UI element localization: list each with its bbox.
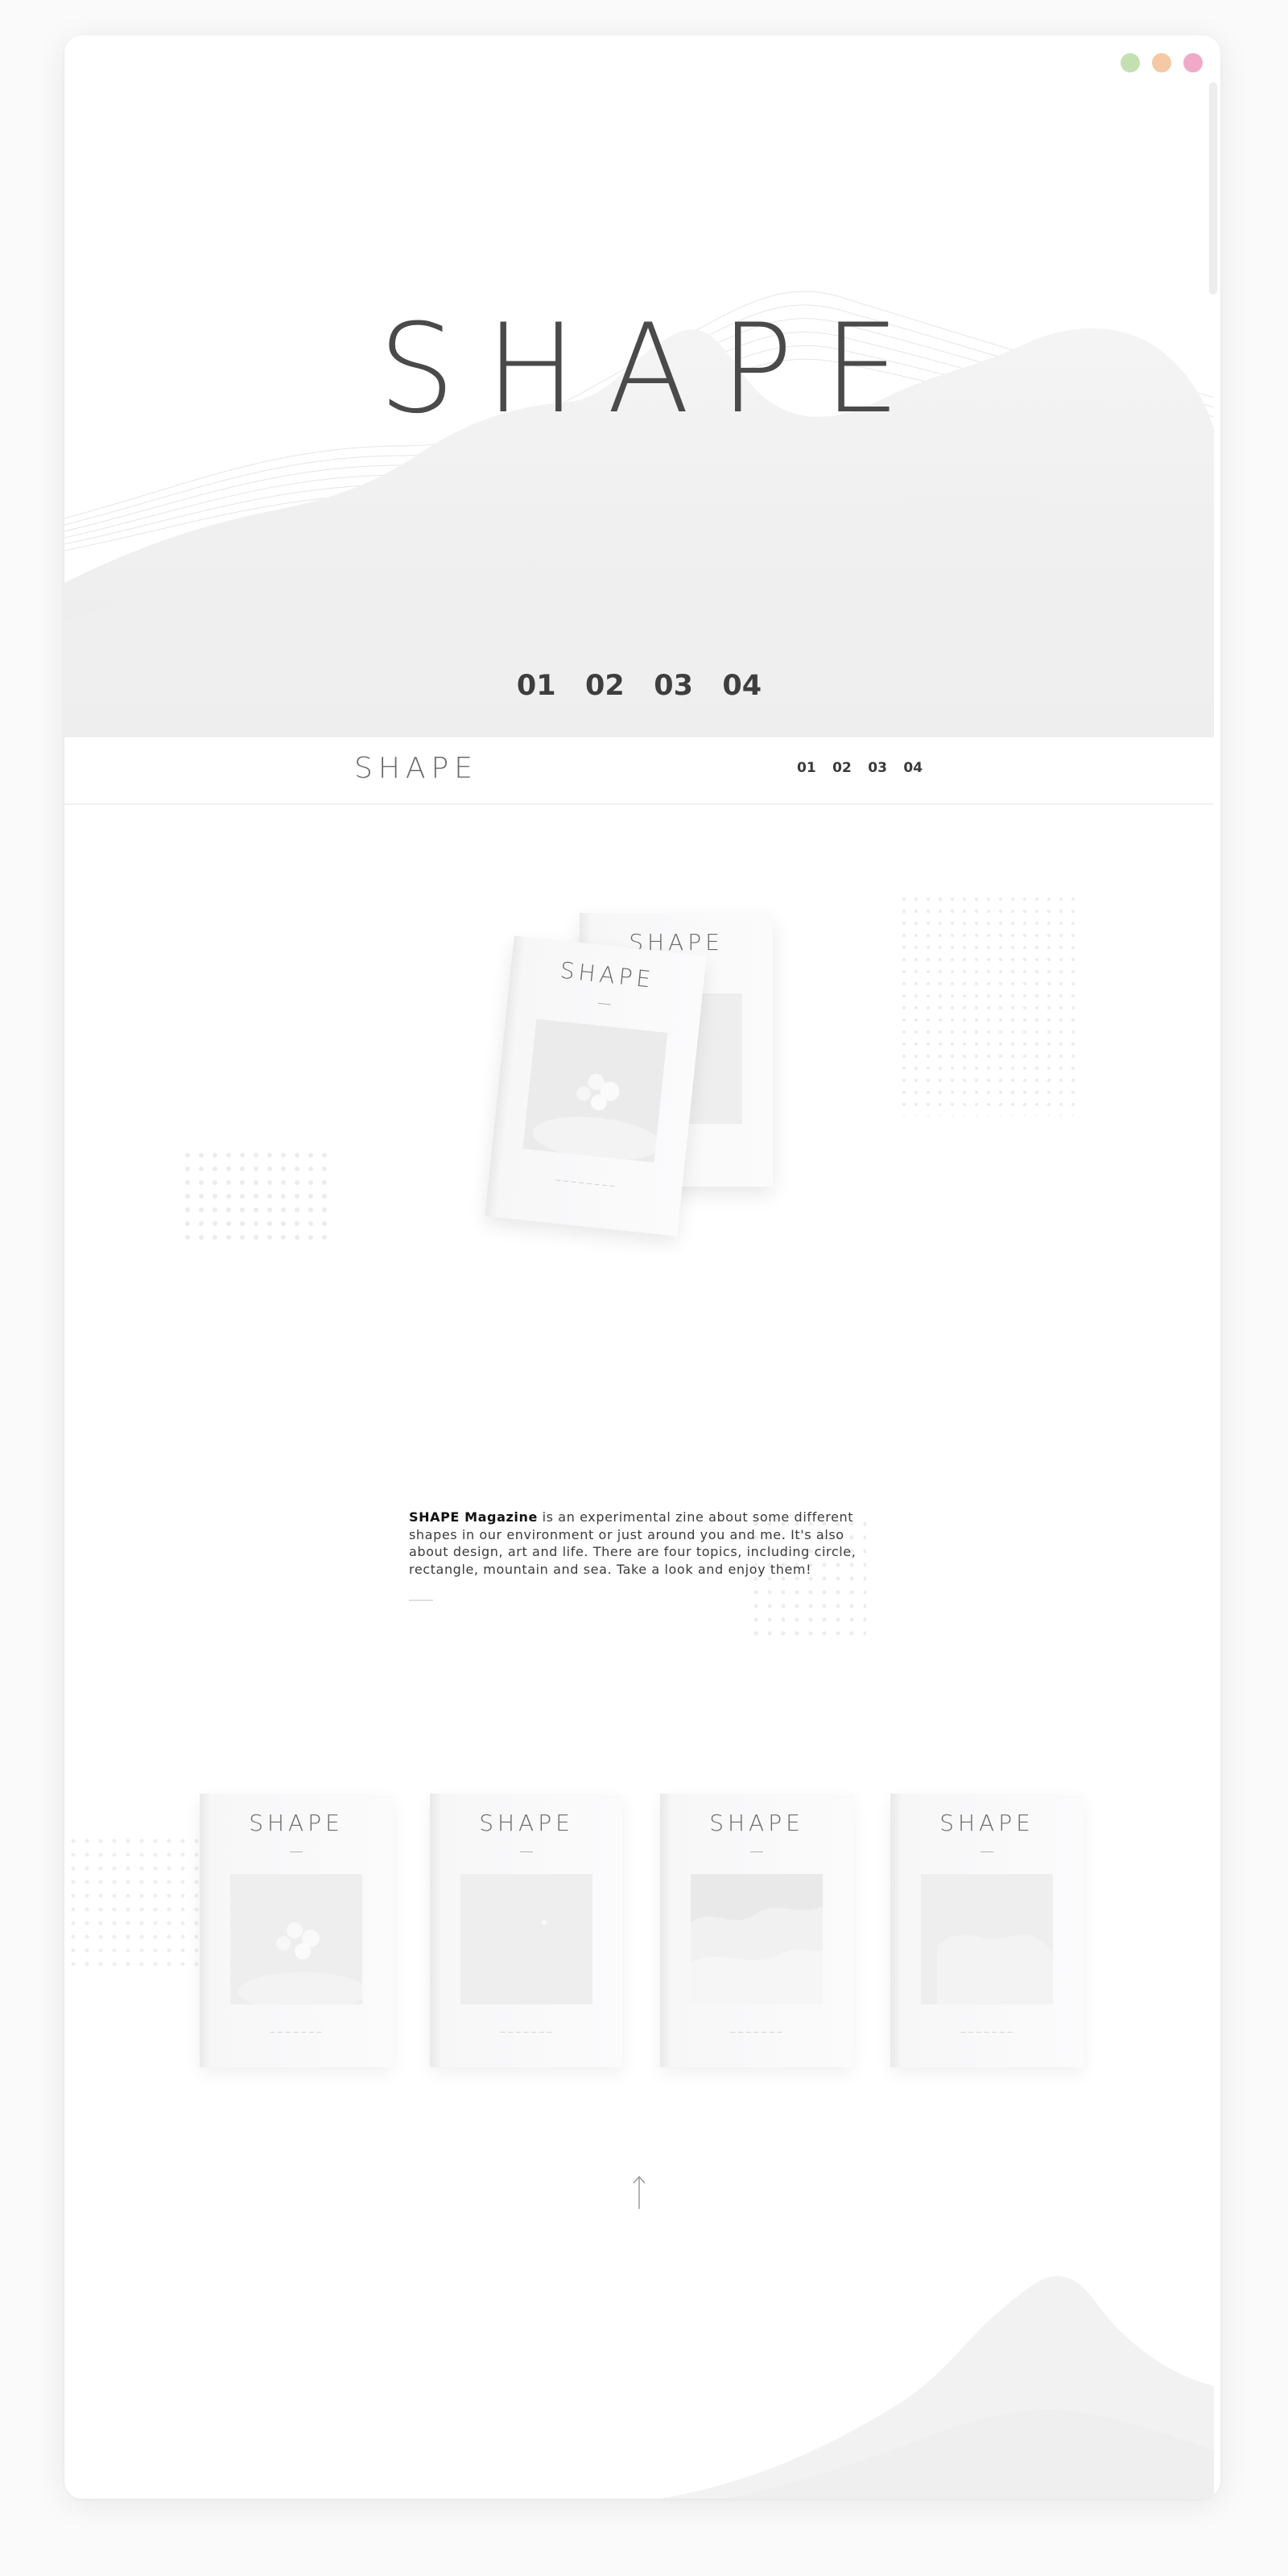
header-nav-01[interactable]: 01: [797, 760, 816, 776]
issue-card-dot[interactable]: SHAPE — — — — — — —: [430, 1794, 623, 2067]
window-control-green[interactable]: [1121, 53, 1140, 72]
issue-image: [921, 1874, 1053, 2004]
dot-grid-decoration: [902, 897, 1079, 1116]
magazine-footer-line: — — — — — — — —: [555, 1178, 616, 1190]
magazine-front-cover[interactable]: SHAPE — — — — — — — —: [485, 935, 707, 1236]
dot-grid-decoration: [185, 1153, 330, 1248]
up-arrow-icon[interactable]: [631, 2175, 647, 2211]
hero-title: SHAPE: [378, 298, 931, 441]
browser-window: SHAPE 01 02 03 04 SHAPE 01 02 03 04 SHAP…: [64, 35, 1220, 2499]
header-logo[interactable]: SHAPE: [354, 752, 478, 785]
issue-title: SHAPE: [249, 1810, 344, 1836]
hero-nav-01[interactable]: 01: [517, 670, 556, 702]
issue-image: [460, 1874, 592, 2004]
issue-image: [230, 1874, 367, 2011]
header-nav-02[interactable]: 02: [832, 760, 852, 776]
issue-footer-line: — — — — — — —: [500, 2030, 553, 2035]
issue-title: SHAPE: [479, 1810, 574, 1836]
header-nav-04[interactable]: 04: [903, 760, 923, 776]
footer-mountain: [660, 2276, 1214, 2499]
dot-illustration: [542, 1920, 547, 1925]
issue-footer-line: — — — — — — —: [270, 2030, 323, 2035]
terrain-illustration: [691, 1906, 823, 2004]
sea-illustration: [937, 1934, 1053, 2004]
issue-title: SHAPE: [709, 1810, 804, 1836]
hero-nav-04[interactable]: 04: [722, 670, 762, 702]
dot-grid-decoration: [71, 1839, 200, 1971]
magazine-image: [522, 1018, 668, 1163]
hero-nav: 01 02 03 04: [64, 670, 1214, 702]
hero-section: SHAPE 01 02 03 04: [64, 35, 1214, 737]
hero-nav-02[interactable]: 02: [585, 670, 625, 702]
scrollbar-thumb[interactable]: [1209, 82, 1217, 295]
window-control-pink[interactable]: [1183, 53, 1203, 72]
about-divider: [409, 1600, 433, 1601]
spheres-illustration: [238, 1922, 367, 2011]
issue-footer-line: — — — — — — —: [730, 2030, 783, 2035]
about-paragraph: SHAPE Magazine is an experimental zine a…: [409, 1509, 860, 1578]
issue-card-mountain[interactable]: SHAPE — — — — — — —: [660, 1794, 853, 2067]
issue-footer-line: — — — — — — —: [960, 2030, 1013, 2035]
header-nav-03[interactable]: 03: [868, 760, 887, 776]
issue-title: SHAPE: [939, 1810, 1034, 1836]
window-control-orange[interactable]: [1152, 53, 1171, 72]
spheres-illustration: [532, 1074, 661, 1161]
magazine-title: SHAPE: [559, 956, 656, 993]
issue-image: [691, 1874, 823, 2004]
hero-nav-03[interactable]: 03: [654, 670, 693, 702]
issue-card-circle[interactable]: SHAPE — — — — — — —: [200, 1794, 393, 2067]
header-nav: 01 02 03 04: [797, 760, 935, 776]
issue-card-sea[interactable]: SHAPE — — — — — — —: [890, 1794, 1084, 2067]
window-controls: [1121, 53, 1203, 72]
magazine-rule: [597, 1002, 611, 1005]
sticky-header: SHAPE 01 02 03 04: [64, 737, 1214, 805]
about-brand: SHAPE Magazine: [409, 1509, 538, 1525]
